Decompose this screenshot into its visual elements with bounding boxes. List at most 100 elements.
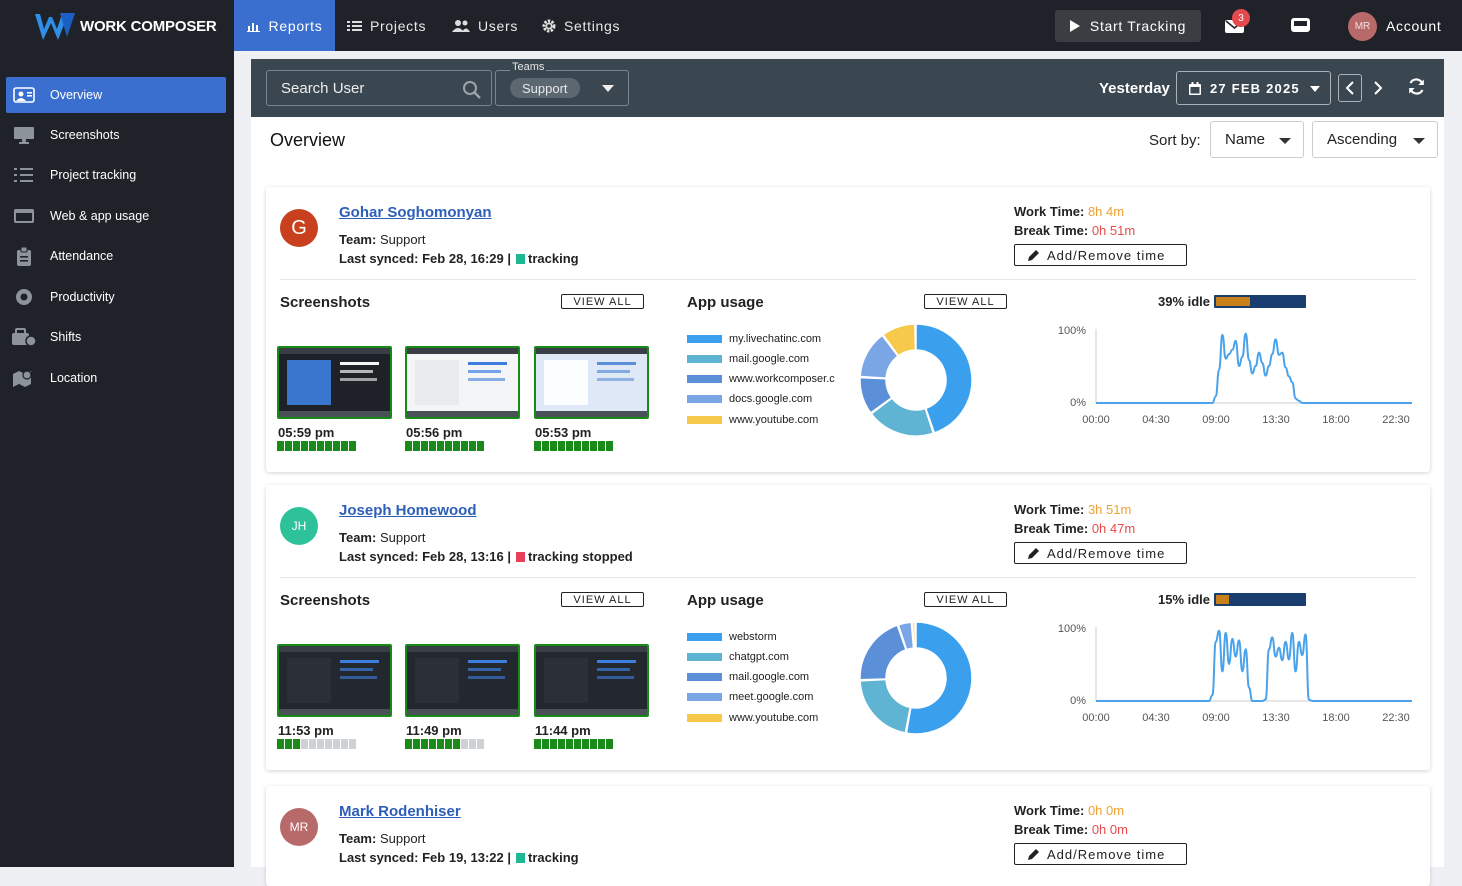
sort-order-select[interactable]: Ascending bbox=[1312, 121, 1438, 158]
screenshot-thumbnail[interactable] bbox=[405, 644, 520, 717]
next-day-button[interactable] bbox=[1367, 74, 1389, 102]
divider bbox=[280, 279, 1416, 280]
x-tick-label: 22:30 bbox=[1382, 414, 1410, 426]
activity-segment bbox=[445, 441, 452, 451]
sidebar-item-label: Location bbox=[50, 371, 98, 385]
screenshots-title: Screenshots bbox=[280, 294, 371, 311]
app-name: docs.google.com bbox=[729, 393, 813, 405]
sidebar-item-label: Shifts bbox=[50, 330, 82, 344]
account-avatar[interactable]: MR bbox=[1348, 12, 1377, 41]
user-name-link[interactable]: Gohar Soghomonyan bbox=[339, 204, 492, 221]
app-name: mail.google.com bbox=[729, 671, 810, 683]
legend-swatch bbox=[687, 653, 722, 661]
work-time: Work Time: 3h 51m bbox=[1014, 502, 1131, 517]
activity-segment bbox=[421, 739, 428, 749]
sort-field-select[interactable]: Name bbox=[1210, 121, 1304, 158]
app-usage-title: App usage bbox=[687, 592, 764, 609]
status-square-icon bbox=[516, 551, 526, 562]
view-all-apps-button[interactable]: VIEW ALL bbox=[924, 592, 1007, 607]
screenshot-thumbnail[interactable] bbox=[277, 644, 392, 717]
activity-segment bbox=[341, 739, 348, 749]
sidebar-item-project-tracking[interactable]: Project tracking bbox=[6, 157, 226, 193]
synced-value: Feb 19, 13:22 | bbox=[422, 850, 512, 865]
activity-segment bbox=[429, 739, 436, 749]
chevron-down-icon bbox=[1413, 138, 1425, 144]
y-tick-label: 0% bbox=[1070, 695, 1086, 707]
app-name: chatgpt.com bbox=[729, 651, 789, 663]
idle-indicator: 15% idle bbox=[1158, 592, 1307, 607]
activity-segment bbox=[437, 739, 444, 749]
legend-swatch bbox=[687, 416, 722, 424]
nav-projects[interactable]: Projects bbox=[347, 0, 426, 51]
add-remove-time-button[interactable]: Add/Remove time bbox=[1014, 843, 1187, 865]
teams-select[interactable]: Teams Support bbox=[495, 61, 629, 106]
x-tick-label: 13:30 bbox=[1262, 712, 1290, 724]
sidebar-item-attendance[interactable]: Attendance bbox=[6, 238, 226, 274]
break-time-value: 0h 47m bbox=[1091, 521, 1136, 536]
work-time-label: Work Time: bbox=[1014, 204, 1085, 219]
nav-reports[interactable]: Reports bbox=[234, 0, 335, 51]
screenshot-thumbnail[interactable] bbox=[277, 346, 392, 419]
logo[interactable]: WORK COMPOSER bbox=[34, 10, 217, 42]
break-time: Break Time: 0h 47m bbox=[1014, 521, 1135, 536]
view-all-screenshots-button[interactable]: VIEW ALL bbox=[561, 294, 644, 309]
donut-slice[interactable] bbox=[859, 624, 907, 681]
nav-users[interactable]: Users bbox=[452, 0, 518, 51]
start-tracking-button[interactable]: Start Tracking bbox=[1055, 10, 1201, 42]
donut-slice[interactable] bbox=[905, 621, 973, 735]
user-name-link[interactable]: Mark Rodenhiser bbox=[339, 803, 461, 820]
account-label[interactable]: Account bbox=[1386, 18, 1442, 34]
date-value: 27 FEB 2025 bbox=[1210, 80, 1300, 96]
activity-segment bbox=[349, 739, 356, 749]
view-all-screenshots-button[interactable]: VIEW ALL bbox=[561, 592, 644, 607]
activity-meter bbox=[534, 441, 613, 451]
idle-indicator: 39% idle bbox=[1158, 294, 1307, 309]
sidebar-item-screenshots[interactable]: Screenshots bbox=[6, 117, 226, 153]
break-time-label: Break Time: bbox=[1014, 521, 1089, 536]
user-name-link[interactable]: Joseph Homewood bbox=[339, 502, 477, 519]
team-chip[interactable]: Support bbox=[510, 78, 580, 98]
user-avatar: JH bbox=[280, 507, 318, 545]
date-picker[interactable]: 27 FEB 2025 bbox=[1176, 71, 1331, 105]
donut-slice[interactable] bbox=[859, 678, 912, 734]
screenshot-time: 05:56 pm bbox=[406, 425, 463, 440]
chevron-right-icon bbox=[1374, 81, 1383, 95]
x-tick-label: 22:30 bbox=[1382, 712, 1410, 724]
activity-segment bbox=[301, 441, 308, 451]
app-name: webstorm bbox=[729, 631, 777, 643]
app-usage-legend-item: my.livechatinc.com bbox=[687, 333, 839, 345]
prev-day-button[interactable] bbox=[1338, 74, 1362, 102]
refresh-icon[interactable] bbox=[1407, 77, 1426, 101]
activity-meter bbox=[277, 739, 356, 749]
nav-settings[interactable]: Settings bbox=[542, 0, 620, 51]
sidebar-item-shifts[interactable]: Shifts bbox=[6, 319, 226, 355]
screenshot-thumbnail[interactable] bbox=[405, 346, 520, 419]
search-input[interactable]: Search User bbox=[266, 70, 492, 106]
sidebar-item-web-app-usage[interactable]: Web & app usage bbox=[6, 198, 226, 234]
bar-chart-icon bbox=[246, 20, 261, 32]
app-usage-legend-item: meet.google.com bbox=[687, 691, 839, 703]
legend-swatch bbox=[687, 375, 722, 383]
sidebar-item-location[interactable]: Location bbox=[6, 360, 226, 396]
legend-swatch bbox=[687, 335, 722, 343]
add-remove-time-button[interactable]: Add/Remove time bbox=[1014, 244, 1187, 266]
activity-segment bbox=[421, 441, 428, 451]
screenshot-thumbnail[interactable] bbox=[534, 644, 649, 717]
activity-segment bbox=[477, 739, 484, 749]
sidebar-item-productivity[interactable]: Productivity bbox=[6, 279, 226, 315]
browser-icon bbox=[12, 206, 36, 226]
calendar-icon bbox=[1189, 81, 1201, 95]
activity-segment bbox=[429, 441, 436, 451]
sidebar-item-overview[interactable]: Overview bbox=[6, 77, 226, 113]
view-all-apps-button[interactable]: VIEW ALL bbox=[924, 294, 1007, 309]
x-tick-label: 04:30 bbox=[1142, 712, 1170, 724]
list-icon bbox=[347, 20, 362, 32]
activity-segment bbox=[590, 739, 597, 749]
activity-segment bbox=[309, 739, 316, 749]
search-icon[interactable] bbox=[462, 80, 481, 103]
screenshot-thumbnail[interactable] bbox=[534, 346, 649, 419]
add-remove-time-button[interactable]: Add/Remove time bbox=[1014, 542, 1187, 564]
sidebar: Overview Screenshots Project tracking We… bbox=[0, 51, 234, 867]
inbox-icon[interactable] bbox=[1291, 17, 1310, 38]
nav-reports-label: Reports bbox=[268, 17, 323, 34]
